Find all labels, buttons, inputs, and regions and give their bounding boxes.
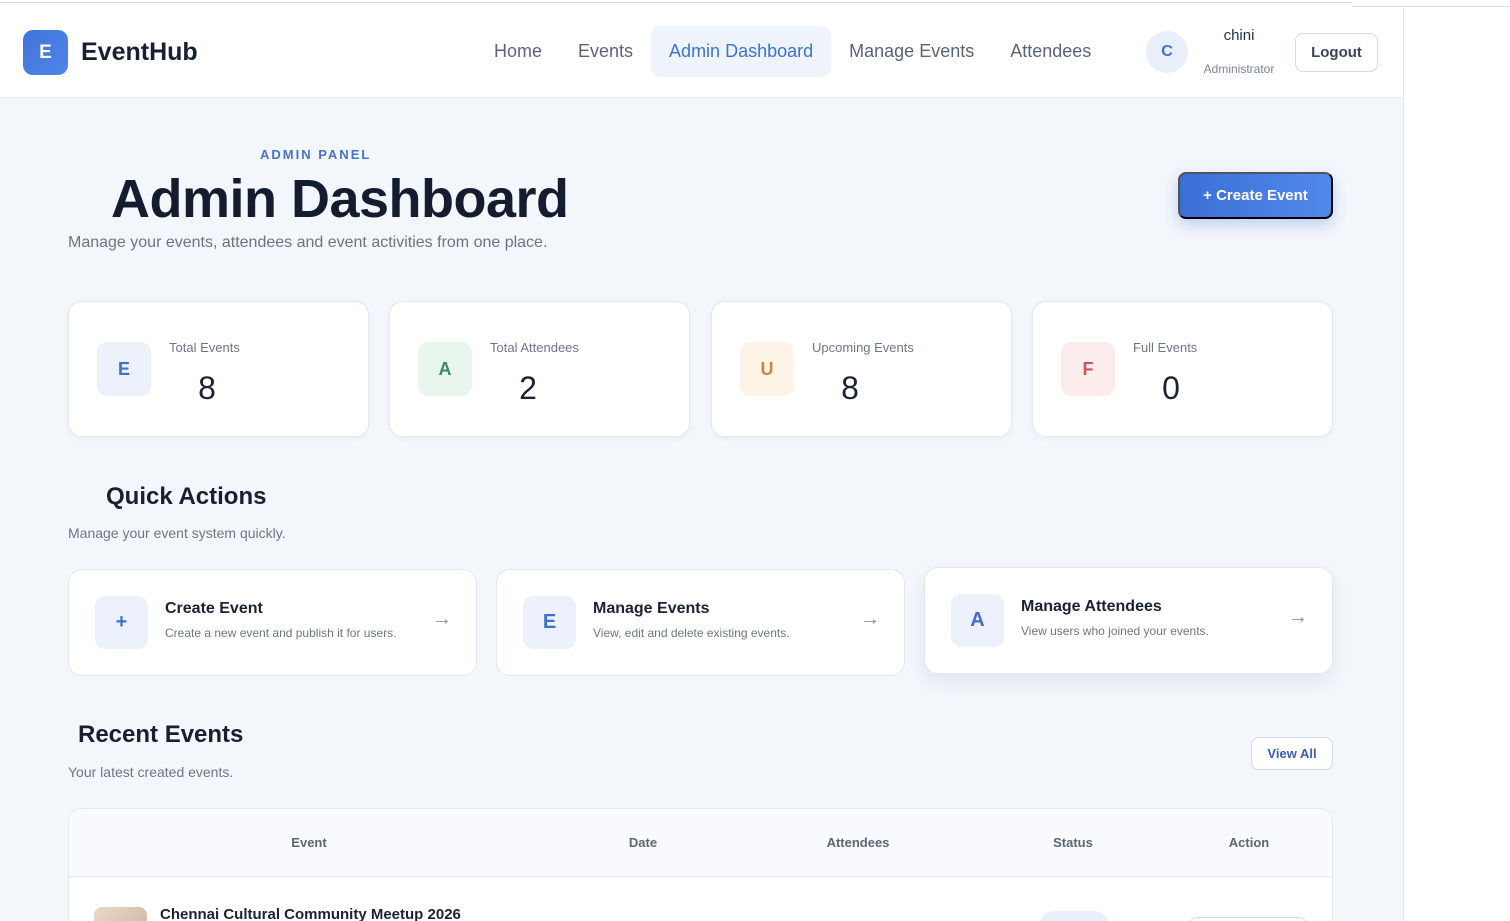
- page-kicker: ADMIN PANEL: [260, 147, 372, 162]
- attendees-icon: A: [951, 594, 1004, 647]
- nav-events[interactable]: Events: [560, 26, 651, 77]
- event-title[interactable]: Chennai Cultural Community Meetup 2026: [160, 906, 461, 921]
- stat-value: 0: [1162, 370, 1180, 406]
- brand[interactable]: E EventHub: [23, 30, 198, 75]
- action-card-manage-events[interactable]: E Manage Events View, edit and delete ex…: [496, 569, 905, 676]
- action-description: View users who joined your events.: [1021, 624, 1209, 638]
- nav-manage-events[interactable]: Manage Events: [831, 26, 992, 77]
- quick-actions-subtitle: Manage your event system quickly.: [68, 525, 286, 541]
- top-navbar: E EventHub Home Events Admin Dashboard M…: [0, 8, 1403, 98]
- stat-icon-events: E: [97, 342, 151, 396]
- arrow-right-icon: →: [432, 608, 452, 630]
- stat-label: Full Events: [1133, 340, 1198, 355]
- row-action-button[interactable]: [1189, 917, 1307, 921]
- events-icon: E: [523, 596, 576, 649]
- plus-icon: +: [95, 596, 148, 649]
- action-card-manage-attendees[interactable]: A Manage Attendees View users who joined…: [924, 567, 1333, 674]
- stat-card-full-events: F Full Events 0: [1032, 301, 1333, 437]
- nav-admin-dashboard[interactable]: Admin Dashboard: [651, 26, 832, 77]
- nav-home[interactable]: Home: [476, 26, 560, 77]
- stat-label: Total Events: [169, 340, 240, 355]
- action-card-create-event[interactable]: + Create Event Create a new event and pu…: [68, 569, 477, 676]
- column-header-event: Event: [291, 835, 327, 850]
- column-header-date: Date: [628, 835, 658, 850]
- recent-events-subtitle: Your latest created events.: [68, 764, 234, 780]
- page-subtitle: Manage your events, attendees and event …: [68, 234, 548, 251]
- main-nav: Home Events Admin Dashboard Manage Event…: [476, 26, 1109, 77]
- status-badge: [1039, 911, 1109, 921]
- stat-value: 8: [198, 370, 216, 406]
- user-role: Administrator: [1203, 62, 1275, 76]
- quick-actions-title: Quick Actions: [106, 483, 267, 510]
- stat-card-upcoming-events: U Upcoming Events 8: [711, 301, 1012, 437]
- arrow-right-icon: →: [1288, 606, 1308, 628]
- stat-label: Total Attendees: [490, 340, 579, 355]
- logout-button[interactable]: Logout: [1295, 33, 1378, 72]
- table-header: Event Date Attendees Status Action: [69, 809, 1332, 877]
- action-title: Create Event: [165, 600, 263, 617]
- stat-icon-full: F: [1061, 342, 1115, 396]
- stat-card-total-events: E Total Events 8: [68, 301, 369, 437]
- column-header-status: Status: [1053, 835, 1093, 850]
- nav-attendees[interactable]: Attendees: [992, 26, 1109, 77]
- browser-top-edge-right: [1352, 6, 1510, 7]
- stat-value: 8: [841, 370, 859, 406]
- stat-card-total-attendees: A Total Attendees 2: [389, 301, 690, 437]
- user-avatar[interactable]: C: [1146, 31, 1188, 73]
- stat-value: 2: [519, 370, 537, 406]
- recent-events-table: Event Date Attendees Status Action Chenn…: [68, 808, 1333, 921]
- action-description: Create a new event and publish it for us…: [165, 626, 397, 640]
- event-thumbnail: [94, 907, 147, 921]
- stat-icon-attendees: A: [418, 342, 472, 396]
- app-window: E EventHub Home Events Admin Dashboard M…: [0, 8, 1404, 921]
- arrow-right-icon: →: [860, 608, 880, 630]
- page-title: Admin Dashboard: [111, 169, 569, 229]
- create-event-button[interactable]: + Create Event: [1178, 172, 1333, 219]
- stat-icon-upcoming: U: [740, 342, 794, 396]
- action-description: View, edit and delete existing events.: [593, 626, 790, 640]
- view-all-button[interactable]: View All: [1251, 737, 1333, 770]
- column-header-attendees: Attendees: [826, 835, 890, 850]
- recent-events-title: Recent Events: [78, 721, 244, 748]
- browser-top-edge: [0, 0, 1352, 3]
- user-name: chini: [1223, 27, 1255, 44]
- column-header-action: Action: [1228, 835, 1270, 850]
- action-title: Manage Attendees: [1021, 598, 1162, 615]
- stat-label: Upcoming Events: [812, 340, 914, 355]
- brand-name: EventHub: [81, 38, 198, 66]
- brand-logo-icon: E: [23, 30, 68, 75]
- action-title: Manage Events: [593, 600, 710, 617]
